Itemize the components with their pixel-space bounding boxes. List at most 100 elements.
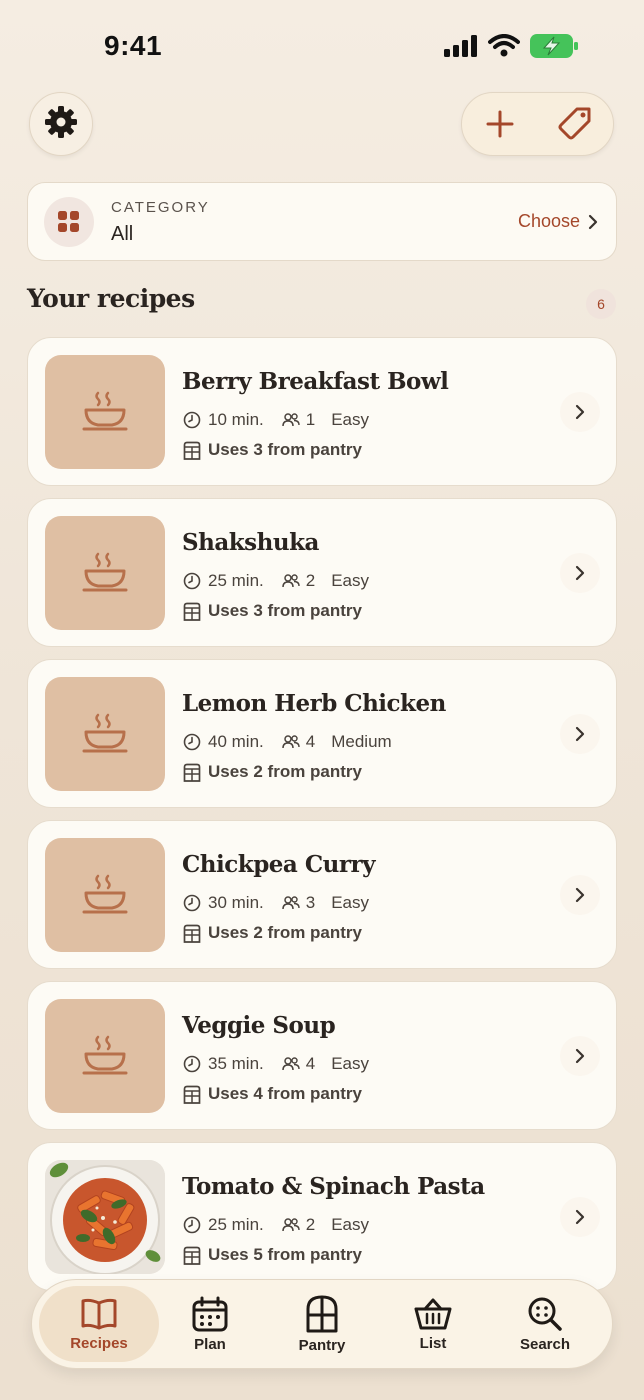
recipe-time: 25 min.: [208, 1215, 264, 1234]
recipe-pantry-usage: Uses 2 from pantry: [183, 923, 362, 943]
recipe-card[interactable]: Lemon Herb Chicken 40 min. 4 Medium Uses 2 f…: [27, 659, 617, 808]
tags-button[interactable]: [550, 99, 600, 149]
recipe-pantry-usage: Uses 3 from pantry: [183, 601, 362, 621]
pantry-usage-label: Uses 3 from pantry: [208, 440, 362, 459]
tab-search[interactable]: Search: [485, 1286, 605, 1362]
recipe-name: Tomato & Spinach Pasta: [182, 1173, 485, 1200]
recipe-meta: 30 min. 3 Easy: [183, 893, 369, 913]
choose-label: Choose: [517, 211, 580, 231]
recipe-card[interactable]: Chickpea Curry 30 min. 3 Easy Uses 2 from pa…: [27, 820, 617, 969]
chevron-right-icon: [575, 565, 585, 581]
recipe-meta: 10 min. 1 Easy: [183, 410, 369, 430]
recipe-difficulty: Easy: [331, 1054, 370, 1073]
bowl-icon: [82, 713, 128, 753]
pantry-small-icon: [183, 763, 201, 782]
book-icon: [81, 1298, 117, 1329]
recipe-time: 30 min.: [208, 893, 264, 912]
recipe-pantry-usage: Uses 5 from pantry: [183, 1245, 362, 1265]
recipe-count-badge: 6: [586, 289, 616, 319]
recipe-difficulty: Easy: [331, 410, 370, 429]
pantry-small-icon: [183, 924, 201, 943]
tab-recipes[interactable]: Recipes: [39, 1286, 159, 1362]
recipe-card[interactable]: Veggie Soup 35 min. 4 Easy Uses 4 from pantr…: [27, 981, 617, 1130]
recipe-time: 35 min.: [208, 1054, 264, 1073]
calendar-icon: [192, 1296, 228, 1331]
bowl-icon: [82, 391, 128, 431]
settings-button[interactable]: [29, 92, 93, 156]
recipe-pantry-usage: Uses 4 from pantry: [183, 1084, 362, 1104]
open-recipe-button[interactable]: [560, 1197, 600, 1237]
recipe-servings: 2: [305, 1215, 316, 1234]
pantry-small-icon: [183, 1085, 201, 1104]
tab-plan[interactable]: Plan: [150, 1286, 270, 1362]
section-title: Your recipes: [27, 284, 195, 313]
tab-list[interactable]: List: [373, 1286, 493, 1362]
tab-label: Search: [519, 1335, 571, 1353]
chevron-right-icon: [575, 404, 585, 420]
recipe-servings: 4: [305, 1054, 316, 1073]
pantry-small-icon: [183, 602, 201, 621]
recipe-time: 40 min.: [208, 732, 264, 751]
pantry-usage-label: Uses 5 from pantry: [208, 1245, 362, 1264]
recipe-name: Lemon Herb Chicken: [182, 690, 446, 717]
recipe-card[interactable]: Tomato & Spinach Pasta 25 min. 2 Easy Uses 5…: [27, 1142, 617, 1291]
open-recipe-button[interactable]: [560, 875, 600, 915]
recipe-name: Shakshuka: [182, 529, 319, 556]
pantry-usage-label: Uses 4 from pantry: [208, 1084, 362, 1103]
signal-icon: [444, 35, 478, 62]
recipe-pantry-usage: Uses 3 from pantry: [183, 440, 362, 460]
gear-icon: [44, 105, 78, 144]
clock-icon: [183, 1055, 201, 1073]
pantry-usage-label: Uses 2 from pantry: [208, 923, 362, 942]
recipe-card[interactable]: Berry Breakfast Bowl 10 min. 1 Easy Uses 3 f…: [27, 337, 617, 486]
tab-pantry[interactable]: Pantry: [262, 1286, 382, 1362]
people-icon: [282, 1218, 300, 1232]
recipe-difficulty: Easy: [331, 571, 370, 590]
open-recipe-button[interactable]: [560, 553, 600, 593]
category-value: All: [111, 223, 134, 245]
recipe-thumbnail: [45, 838, 165, 952]
tab-label: Plan: [194, 1335, 226, 1353]
tag-icon: [558, 107, 591, 140]
status-time: 9:41: [104, 30, 163, 61]
pantry-usage-label: Uses 3 from pantry: [208, 601, 362, 620]
people-icon: [282, 413, 300, 427]
people-icon: [282, 574, 300, 588]
status-bar: 9:41: [0, 0, 644, 90]
recipe-time: 25 min.: [208, 571, 264, 590]
chevron-right-icon: [588, 214, 598, 229]
recipe-servings: 2: [305, 571, 316, 590]
open-recipe-button[interactable]: [560, 392, 600, 432]
pantry-small-icon: [183, 441, 201, 460]
pantry-icon: [306, 1295, 338, 1332]
bowl-icon: [82, 874, 128, 914]
category-selector[interactable]: CATEGORY All Choose: [27, 182, 617, 261]
recipe-meta: 25 min. 2 Easy: [183, 571, 369, 591]
pasta-photo: [45, 1160, 165, 1274]
choose-category-button[interactable]: Choose: [518, 211, 598, 232]
pantry-small-icon: [183, 1246, 201, 1265]
plus-icon: [486, 110, 514, 138]
recipe-thumbnail: [45, 355, 165, 469]
tab-bar: Recipes Plan Pantry List Search: [31, 1279, 613, 1369]
recipe-name: Berry Breakfast Bowl: [182, 368, 449, 395]
add-recipe-button[interactable]: [475, 99, 525, 149]
chevron-right-icon: [575, 1048, 585, 1064]
recipe-name: Veggie Soup: [182, 1012, 336, 1039]
recipe-servings: 4: [305, 732, 316, 751]
chevron-right-icon: [575, 887, 585, 903]
recipe-time: 10 min.: [208, 410, 264, 429]
battery-icon: [530, 34, 578, 63]
people-icon: [282, 1057, 300, 1071]
bowl-icon: [82, 1035, 128, 1075]
recipe-servings: 3: [305, 893, 316, 912]
bowl-icon: [82, 552, 128, 592]
status-icons: [444, 34, 578, 63]
open-recipe-button[interactable]: [560, 714, 600, 754]
wifi-icon: [488, 34, 520, 63]
recipe-card[interactable]: Shakshuka 25 min. 2 Easy Uses 3 from pantry: [27, 498, 617, 647]
recipe-thumbnail: [45, 677, 165, 791]
open-recipe-button[interactable]: [560, 1036, 600, 1076]
recipe-name: Chickpea Curry: [182, 851, 375, 878]
clock-icon: [183, 572, 201, 590]
